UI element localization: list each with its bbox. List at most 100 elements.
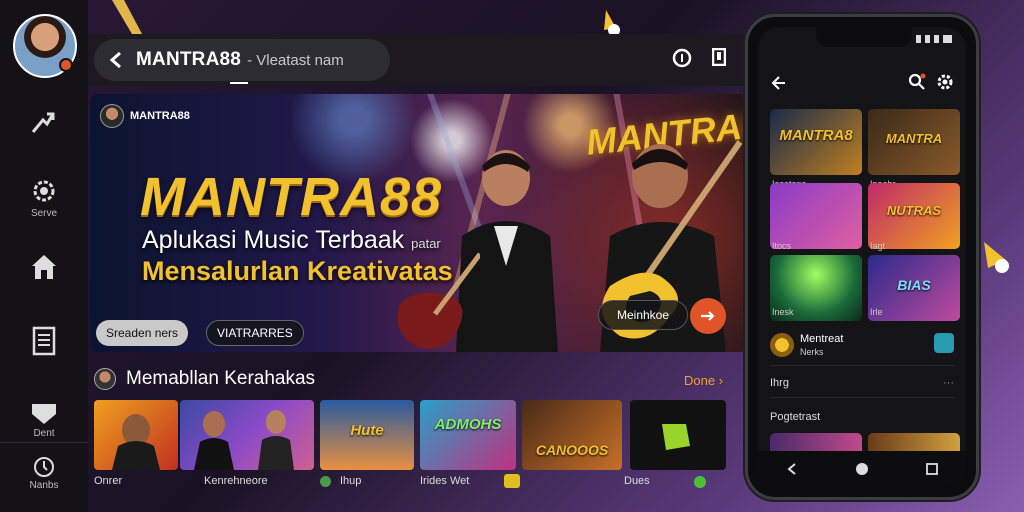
nav-home-icon[interactable] <box>855 462 869 476</box>
app-title: MANTRA88 <box>136 49 242 70</box>
section-title: Memabllan Kerahakas <box>126 368 316 389</box>
share-arrow-icon <box>31 112 55 133</box>
gear-icon <box>33 180 55 202</box>
hero-channel[interactable]: MANTRA88 <box>100 104 190 128</box>
list-item-label: Ihrg <box>770 377 789 389</box>
app-subtitle: - Vleatast nam <box>247 51 344 69</box>
top-bar: MANTRA88 - Vleatast nam <box>88 34 748 86</box>
card-label: Onrer <box>94 475 123 487</box>
user-avatar[interactable] <box>13 14 77 78</box>
section-header: Memabllan Kerahakas <box>94 368 315 390</box>
done-label: Done <box>684 373 716 388</box>
phone-mockup: MANTRA8 MANTRA Iasetene Ipeobr NUTRAS It… <box>745 14 979 500</box>
notification-dot <box>59 58 73 72</box>
green-dot-icon <box>694 476 706 488</box>
grid-label: Iagt <box>870 241 886 251</box>
divider <box>770 397 954 398</box>
phone-list-item[interactable]: Ihrg ··· <box>770 377 954 389</box>
document-icon <box>32 326 56 356</box>
gear-icon[interactable] <box>936 73 954 91</box>
grid-label: Inesk <box>772 307 794 317</box>
guitar-image <box>397 252 480 349</box>
status-bar <box>916 35 952 43</box>
hero-tagline-text: Aplukasi Music Terbaak <box>142 226 405 254</box>
card-label: Dues <box>624 475 650 487</box>
title-pill[interactable]: MANTRA88 - Vleatast nam <box>94 39 390 81</box>
list-item-label: Pogtetrast <box>770 411 821 423</box>
card-word: NUTRAS <box>886 203 942 218</box>
rail-divider <box>0 442 88 443</box>
card-word: BIAS <box>897 277 931 293</box>
chevron-right-icon: › <box>718 373 724 388</box>
profile-avatar[interactable] <box>770 333 794 357</box>
rail-item-docs[interactable] <box>0 326 88 358</box>
phone-list-item[interactable]: Pogtetrast <box>770 411 954 423</box>
grid-label: Irle <box>870 307 883 317</box>
decor-stripe <box>112 0 142 34</box>
phone-grid-card[interactable]: NUTRAS <box>868 183 960 249</box>
nav-back-icon[interactable] <box>786 462 798 476</box>
card-label: Irides Wet <box>420 475 470 487</box>
card-artwork <box>112 414 160 470</box>
hero-chip-primary[interactable]: Sreaden ners <box>96 320 189 346</box>
hero-cta-button[interactable]: Meinhkoe <box>598 300 688 330</box>
shield-icon <box>32 404 56 424</box>
card-label: Ihup <box>340 475 362 487</box>
clock-icon <box>34 457 54 477</box>
phone-screen: MANTRA8 MANTRA Iasetene Ipeobr NUTRAS It… <box>758 27 966 487</box>
rail-item-home[interactable] <box>0 252 88 284</box>
search-icon[interactable] <box>908 73 926 91</box>
decor-sparkle-right <box>984 242 1009 273</box>
media-card[interactable]: ADMOHS <box>420 400 516 470</box>
phone-grid-card[interactable]: MANTRA8 <box>770 109 862 175</box>
rail-label: Serve <box>30 208 58 219</box>
section-avatar-icon <box>94 368 116 390</box>
done-link[interactable]: Done › <box>684 373 723 388</box>
divider <box>770 365 954 366</box>
card-word: CANOOOS <box>535 442 609 458</box>
card-word: MANTRA <box>885 131 943 146</box>
profile-sub: Nerks <box>800 347 824 357</box>
rail-item-dent[interactable]: Dent <box>0 402 88 439</box>
yellow-badge-icon <box>504 474 520 488</box>
hero-chip-secondary[interactable]: VIATRARRES <box>206 320 304 346</box>
info-icon[interactable] <box>672 48 692 68</box>
profile-action-button[interactable] <box>934 333 954 353</box>
nav-recents-icon[interactable] <box>925 463 938 475</box>
card-word: ADMOHS <box>434 416 502 433</box>
rail-item-share[interactable] <box>0 108 88 140</box>
card-word: Hute <box>350 422 384 439</box>
channel-avatar <box>100 104 124 128</box>
play-fab-button[interactable] <box>690 298 726 334</box>
channel-name: MANTRA88 <box>130 110 190 122</box>
media-card[interactable] <box>180 400 314 470</box>
grid-label: Itocs <box>772 241 792 251</box>
rail-label: Nanbs <box>29 480 59 491</box>
back-arrow-icon[interactable] <box>770 75 786 91</box>
rail-label: Dent <box>33 428 55 439</box>
media-card[interactable]: Hute <box>320 400 414 470</box>
home-icon <box>32 255 56 279</box>
media-card[interactable] <box>630 400 726 470</box>
more-icon[interactable]: ··· <box>943 377 954 389</box>
profile-name: Mentreat <box>800 333 844 345</box>
green-dot-icon <box>320 476 331 487</box>
card-label: Kenrehneore <box>204 475 268 487</box>
phone-grid-card[interactable]: MANTRA <box>868 109 960 175</box>
card-word: MANTRA8 <box>779 127 853 144</box>
rail-item-nanbs[interactable]: Nanbs <box>0 456 88 491</box>
rail-item-serve[interactable]: Serve <box>0 176 88 219</box>
arrow-right-icon <box>701 311 715 321</box>
bookmark-icon[interactable] <box>712 48 726 66</box>
phone-grid-card[interactable] <box>770 183 862 249</box>
media-card[interactable] <box>94 400 178 470</box>
active-indicator <box>230 82 248 84</box>
back-arrow-icon[interactable] <box>108 51 124 69</box>
card-artwork <box>662 424 690 450</box>
hero-banner[interactable]: MANTRA88 MANTRA88 Aplukasi Music Terbaak… <box>90 94 748 352</box>
hero-logo: MANTRA88 <box>140 167 443 227</box>
card-artwork <box>194 410 294 470</box>
media-card[interactable]: CANOOOS <box>522 400 622 470</box>
phone-nav-bar <box>758 451 966 487</box>
phone-notch <box>816 27 912 47</box>
